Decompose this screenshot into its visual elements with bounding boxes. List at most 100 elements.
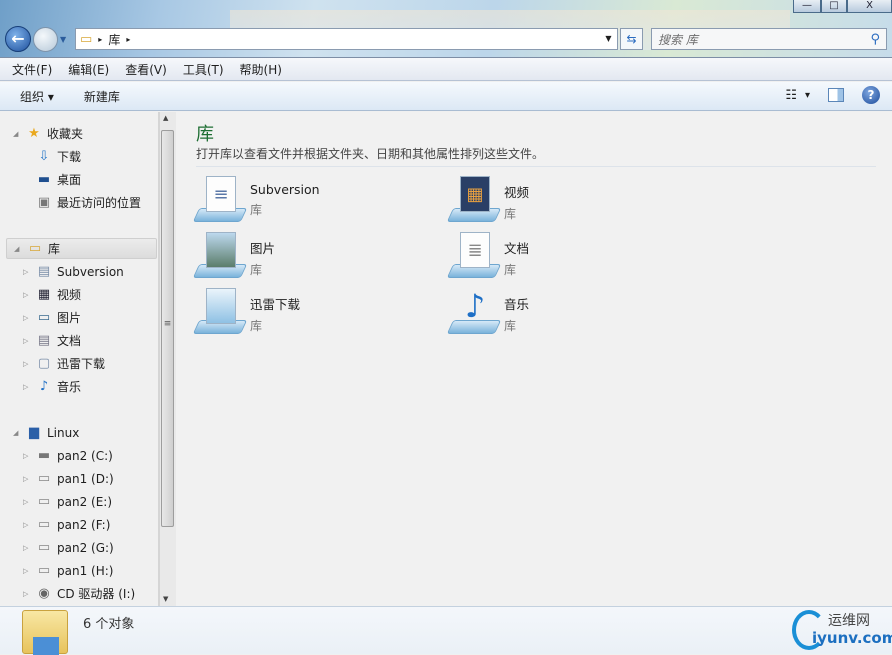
nav-label: 迅雷下载 [57, 357, 106, 371]
expanded-arrow-icon[interactable]: ◢ [13, 429, 23, 437]
library-music[interactable]: ♪ 音乐库 [446, 287, 530, 334]
change-view-button[interactable]: ☷ ▾ [785, 88, 810, 103]
nav-label: 最近访问的位置 [57, 196, 142, 210]
breadcrumb-library[interactable]: 库 [108, 31, 120, 48]
divider [196, 166, 876, 167]
recent-pages-dropdown[interactable]: ▼ [60, 35, 66, 44]
library-xunlei[interactable]: 迅雷下载库 [192, 288, 300, 334]
address-bar[interactable]: ▭ ▸ 库 ▸ [75, 28, 618, 50]
nav-item-xunlei[interactable]: ▷ ▢ 迅雷下载 [0, 353, 157, 374]
library-subversion[interactable]: ≡ Subversion 库 [192, 176, 320, 222]
search-input[interactable]: 搜索 库 ⚲ [651, 28, 887, 50]
star-icon: ★ [28, 125, 40, 141]
nav-item-downloads[interactable]: ⇩ 下载 [0, 146, 157, 167]
collapsed-arrow-icon[interactable]: ▷ [23, 521, 33, 529]
pictures-library-icon [192, 232, 248, 278]
collapsed-arrow-icon[interactable]: ▷ [23, 452, 33, 460]
nav-drive-f[interactable]: ▷ ▭ pan2 (F:) [0, 514, 157, 535]
refresh-button[interactable]: ⇆ [620, 28, 643, 50]
cd-drive-icon: ◉ [38, 585, 50, 601]
collapsed-arrow-icon[interactable]: ▷ [23, 268, 33, 276]
video-library-icon: ▦ [446, 176, 502, 222]
expanded-arrow-icon[interactable]: ◢ [14, 245, 24, 253]
maximize-button[interactable]: □ [821, 0, 847, 13]
video-icon: ▦ [37, 286, 51, 302]
organize-button[interactable]: 组织 ▾ [20, 88, 54, 105]
nav-drive-e[interactable]: ▷ ▭ pan2 (E:) [0, 491, 157, 512]
nav-item-pictures[interactable]: ▷ ▭ 图片 [0, 307, 157, 328]
nav-label: pan2 (C:) [57, 448, 113, 463]
navigation-pane: ◢ ★ 收藏夹 ⇩ 下载 ▬ 桌面 ▣ 最近访问的位置 ◢ ▭ 库 ▷ ▤ Subversion … [0, 112, 159, 606]
menu-file[interactable]: 文件(F) [12, 61, 52, 78]
minimize-button[interactable]: — [793, 0, 821, 13]
menu-view[interactable]: 查看(V) [125, 61, 167, 78]
scroll-up-icon[interactable]: ▲ [163, 114, 168, 122]
scroll-down-icon[interactable]: ▼ [163, 595, 168, 603]
document-library-icon: ▤ [37, 263, 51, 279]
library-type: 库 [250, 319, 263, 333]
menu-edit[interactable]: 编辑(E) [68, 61, 109, 78]
view-dropdown-icon[interactable]: ▾ [805, 90, 810, 101]
collapsed-arrow-icon[interactable]: ▷ [23, 314, 33, 322]
documents-library-icon: ≣ [446, 232, 502, 278]
library-type: 库 [504, 319, 517, 333]
desktop-icon: ▬ [37, 171, 51, 187]
collapsed-arrow-icon[interactable]: ▷ [23, 383, 33, 391]
nav-item-subversion[interactable]: ▷ ▤ Subversion [0, 261, 157, 282]
library-documents[interactable]: ≣ 文档库 [446, 232, 529, 278]
library-pictures[interactable]: 图片库 [192, 232, 275, 278]
collapsed-arrow-icon[interactable]: ▷ [23, 498, 33, 506]
downloads-folder-icon: ⇩ [38, 148, 50, 164]
nav-item-recent-places[interactable]: ▣ 最近访问的位置 [0, 192, 157, 213]
pictures-icon: ▭ [37, 309, 51, 325]
nav-drive-c[interactable]: ▷ ▬ pan2 (C:) [0, 445, 157, 466]
documents-icon: ▤ [37, 332, 51, 348]
nav-drive-d[interactable]: ▷ ▭ pan1 (D:) [0, 468, 157, 489]
close-button[interactable]: X [847, 0, 892, 13]
nav-drive-g[interactable]: ▷ ▭ pan2 (G:) [0, 537, 157, 558]
nav-item-music[interactable]: ▷ ♪ 音乐 [0, 376, 157, 397]
menu-tools[interactable]: 工具(T) [183, 61, 224, 78]
collapsed-arrow-icon[interactable]: ▷ [23, 337, 33, 345]
item-count: 6 个对象 [83, 617, 135, 632]
nav-favorites[interactable]: ◢ ★ 收藏夹 [0, 123, 157, 144]
nav-libraries[interactable]: ◢ ▭ 库 [6, 238, 157, 259]
new-library-button[interactable]: 新建库 [84, 88, 120, 105]
breadcrumb-arrow[interactable]: ▸ [126, 35, 130, 44]
nav-drive-i[interactable]: ▷ ◉ CD 驱动器 (I:) [0, 583, 157, 604]
drive-icon: ▭ [37, 562, 51, 578]
menu-help[interactable]: 帮助(H) [240, 61, 282, 78]
collapsed-arrow-icon[interactable]: ▷ [23, 590, 33, 598]
download-library-icon: ▢ [37, 355, 51, 371]
nav-drive-h[interactable]: ▷ ▭ pan1 (H:) [0, 560, 157, 581]
nav-item-documents[interactable]: ▷ ▤ 文档 [0, 330, 157, 351]
expanded-arrow-icon[interactable]: ◢ [13, 130, 23, 138]
collapsed-arrow-icon[interactable]: ▷ [23, 544, 33, 552]
system-drive-icon: ▬ [37, 447, 51, 463]
library-type: 库 [504, 207, 517, 221]
nav-label: 桌面 [57, 173, 82, 187]
scrollbar-thumb[interactable]: ≡ [161, 130, 174, 527]
preview-pane-button[interactable] [828, 88, 844, 102]
back-button[interactable]: ← [5, 26, 31, 52]
collapsed-arrow-icon[interactable]: ▷ [23, 360, 33, 368]
help-button[interactable]: ? [862, 86, 880, 104]
nav-computer[interactable]: ◢ ▆ Linux [0, 422, 157, 443]
search-icon[interactable]: ⚲ [870, 32, 880, 47]
library-type: 库 [504, 263, 517, 277]
collapsed-arrow-icon[interactable]: ▷ [23, 475, 33, 483]
nav-label: 库 [48, 242, 61, 256]
library-type: 库 [250, 203, 263, 217]
nav-label: pan2 (F:) [57, 517, 111, 532]
forward-button[interactable] [33, 27, 58, 52]
library-name: 音乐 [504, 297, 530, 312]
view-icon: ☷ [785, 87, 797, 103]
collapsed-arrow-icon[interactable]: ▷ [23, 291, 33, 299]
nav-item-desktop[interactable]: ▬ 桌面 [0, 169, 157, 190]
collapsed-arrow-icon[interactable]: ▷ [23, 567, 33, 575]
nav-label: Subversion [57, 264, 124, 279]
nav-item-videos[interactable]: ▷ ▦ 视频 [0, 284, 157, 305]
breadcrumb-arrow[interactable]: ▸ [98, 35, 102, 44]
library-videos[interactable]: ▦ 视频库 [446, 176, 529, 222]
address-dropdown-icon[interactable]: ▼ [600, 29, 617, 49]
